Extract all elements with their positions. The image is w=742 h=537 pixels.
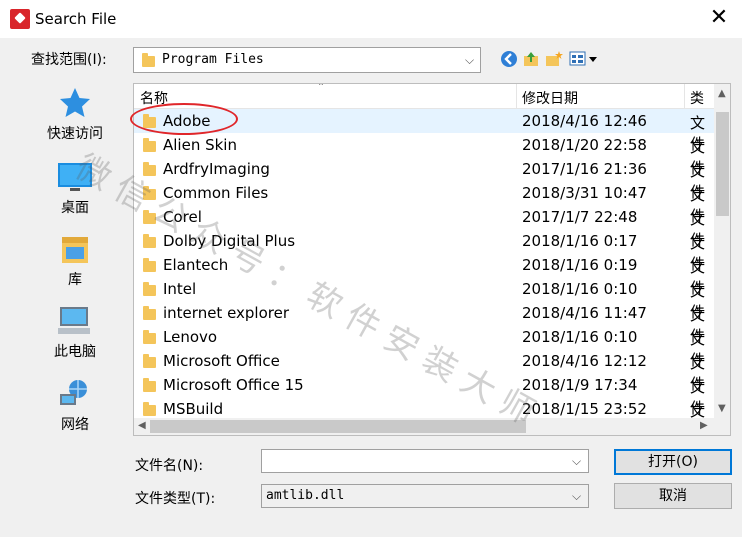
folder-icon <box>143 402 156 416</box>
file-name: Alien Skin <box>163 136 237 154</box>
horizontal-scrollbar[interactable]: ◀ ▶ <box>134 418 714 435</box>
folder-icon <box>143 306 156 320</box>
scroll-corner <box>714 418 730 435</box>
chevron-down-icon[interactable]: ⌵ <box>465 53 474 68</box>
place-label: 快速访问 <box>47 126 103 142</box>
folder-icon <box>143 282 156 296</box>
folder-icon <box>143 378 156 392</box>
close-button[interactable]: ✕ <box>704 4 734 32</box>
file-name: ArdfryImaging <box>163 160 270 178</box>
list-item[interactable]: internet explorer 2018/4/16 11:47 文件 <box>134 301 714 345</box>
folder-icon <box>143 138 156 152</box>
sort-up-icon: ˄ <box>318 83 324 95</box>
file-date: 2018/1/20 22:58 <box>522 136 647 154</box>
file-name: Intel <box>163 280 197 298</box>
window-title: Search File <box>35 10 117 28</box>
file-date: 2018/4/16 11:47 <box>522 304 647 322</box>
place-quick-access[interactable]: 快速访问 <box>26 87 124 143</box>
place-network[interactable]: 网络 <box>26 378 124 434</box>
cancel-button[interactable]: 取消 <box>614 483 732 509</box>
list-item[interactable]: Common Files 2018/3/31 10:47 文件 <box>134 181 714 225</box>
file-date: 2017/1/7 22:48 <box>522 208 638 226</box>
look-in-label: 查找范围(I): <box>31 52 107 68</box>
file-date: 2018/4/16 12:12 <box>522 352 647 370</box>
scroll-right-icon[interactable]: ▶ <box>700 420 708 431</box>
place-label: 库 <box>68 272 82 288</box>
vertical-scroll-thumb[interactable] <box>716 112 729 216</box>
file-date: 2018/1/16 0:10 <box>522 328 638 346</box>
folder-icon <box>142 53 155 67</box>
library-icon <box>56 233 94 265</box>
file-name-label: 文件名(N): <box>135 458 204 474</box>
file-date: 2018/1/16 0:10 <box>522 280 638 298</box>
horizontal-scroll-thumb[interactable] <box>150 420 526 433</box>
look-in-value: Program Files <box>162 52 264 67</box>
place-libraries[interactable]: 库 <box>26 233 124 289</box>
file-name: Microsoft Office 15 <box>163 376 304 394</box>
highlight-circle <box>130 103 238 135</box>
list-item[interactable]: ArdfryImaging 2017/1/16 21:36 文件 <box>134 157 714 201</box>
file-name: MSBuild <box>163 400 224 418</box>
computer-icon <box>56 305 94 337</box>
view-menu-icon[interactable] <box>569 51 599 67</box>
star-icon <box>56 87 94 119</box>
network-icon <box>56 378 94 410</box>
place-this-pc[interactable]: 此电脑 <box>26 305 124 361</box>
file-date: 2017/1/16 21:36 <box>522 160 647 178</box>
vertical-scrollbar[interactable]: ▲ ▼ <box>714 84 730 418</box>
file-type-value: amtlib.dll <box>266 488 345 503</box>
file-name: internet explorer <box>163 304 290 322</box>
scroll-down-icon[interactable]: ▼ <box>718 403 726 414</box>
file-name-input[interactable]: ⌵ <box>261 449 589 473</box>
app-icon <box>10 9 30 29</box>
file-date: 2018/1/16 0:17 <box>522 232 638 250</box>
new-folder-icon[interactable] <box>545 50 563 68</box>
chevron-down-icon[interactable]: ⌵ <box>572 489 581 504</box>
place-label: 桌面 <box>61 200 89 216</box>
folder-icon <box>143 330 156 344</box>
scroll-up-icon[interactable]: ▲ <box>718 88 726 99</box>
scroll-left-icon[interactable]: ◀ <box>138 420 146 431</box>
column-date[interactable]: 修改日期 <box>522 88 578 108</box>
folder-icon <box>143 258 156 272</box>
file-name: Microsoft Office <box>163 352 280 370</box>
place-label: 网络 <box>61 417 89 433</box>
file-type-select[interactable]: amtlib.dll ⌵ <box>261 484 589 508</box>
place-label: 此电脑 <box>54 344 96 360</box>
file-name: Lenovo <box>163 328 218 346</box>
column-divider[interactable] <box>516 84 517 108</box>
folder-icon <box>143 354 156 368</box>
list-item[interactable]: Alien Skin 2018/1/20 22:58 文件 <box>134 133 714 177</box>
file-date: 2018/4/16 12:46 <box>522 112 647 130</box>
column-divider[interactable] <box>684 84 685 108</box>
file-date: 2018/3/31 10:47 <box>522 184 647 202</box>
folder-icon <box>143 234 156 248</box>
back-icon[interactable] <box>500 50 518 68</box>
file-date: 2018/1/16 0:19 <box>522 256 638 274</box>
file-type-label: 文件类型(T): <box>135 491 216 507</box>
list-header: ˄ 名称 修改日期 类型 <box>134 83 714 127</box>
list-item[interactable]: Intel 2018/1/16 0:10 文件 <box>134 277 714 321</box>
up-folder-icon[interactable] <box>522 50 540 68</box>
